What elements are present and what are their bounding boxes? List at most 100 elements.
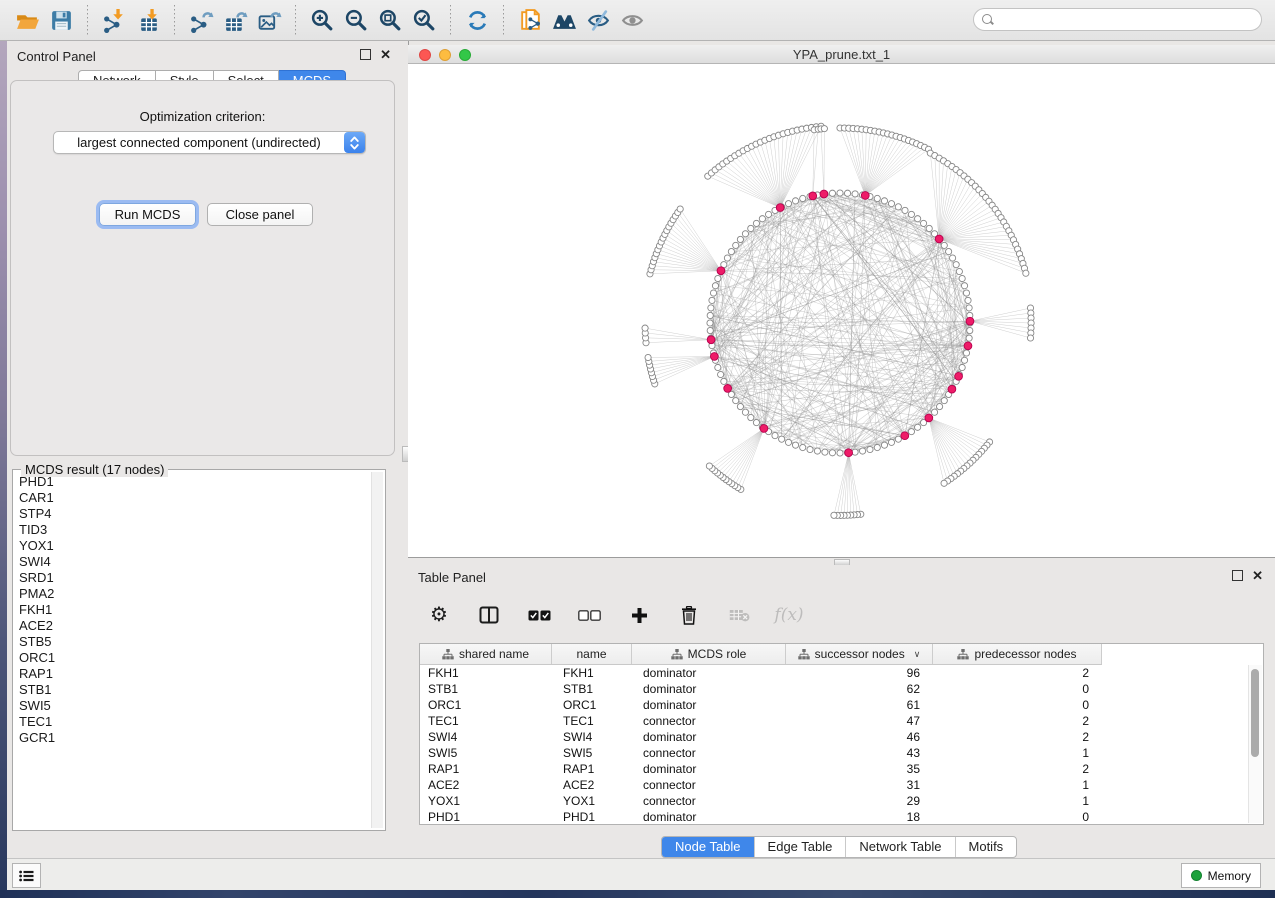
clone-network-icon[interactable] (513, 4, 547, 36)
leaf-node[interactable] (642, 325, 648, 331)
mcds-result-item[interactable]: RAP1 (15, 666, 371, 682)
leaf-node[interactable] (821, 126, 827, 132)
ring-node[interactable] (753, 220, 759, 226)
mcds-result-item[interactable]: STB5 (15, 634, 371, 650)
ring-node[interactable] (881, 198, 887, 204)
ring-node[interactable] (814, 448, 820, 454)
leaf-node[interactable] (645, 354, 651, 360)
ring-node[interactable] (961, 283, 967, 289)
ring-node[interactable] (953, 262, 959, 268)
search-box[interactable] (973, 8, 1262, 31)
selected-node[interactable] (925, 414, 933, 422)
search-input[interactable] (998, 10, 1261, 30)
ring-node[interactable] (728, 248, 734, 254)
deselect-all-rows-icon[interactable] (576, 602, 602, 628)
ring-node[interactable] (733, 242, 739, 248)
ring-node[interactable] (867, 446, 873, 452)
optimization-criterion-select[interactable]: largest connected component (undirected) (53, 131, 366, 154)
export-image-icon[interactable] (252, 4, 286, 36)
ring-node[interactable] (710, 290, 716, 296)
selected-node[interactable] (955, 372, 963, 380)
table-scrollbar-thumb[interactable] (1251, 669, 1259, 757)
network-window-titlebar[interactable]: YPA_prune.txt_1 (408, 45, 1275, 64)
zoom-fit-icon[interactable] (373, 4, 407, 36)
table-row[interactable]: TEC1TEC1connector472 (420, 713, 1102, 729)
ring-node[interactable] (759, 216, 765, 222)
ring-node[interactable] (748, 414, 754, 420)
ring-node[interactable] (715, 275, 721, 281)
table-row[interactable]: ORC1ORC1dominator610 (420, 697, 1102, 713)
mcds-result-item[interactable]: GCR1 (15, 730, 371, 746)
ring-node[interactable] (708, 305, 714, 311)
zoom-out-icon[interactable] (339, 4, 373, 36)
table-settings-icon[interactable]: ⚙ (426, 602, 452, 628)
run-mcds-button[interactable]: Run MCDS (99, 203, 196, 226)
leaf-node[interactable] (677, 206, 683, 212)
leaf-node[interactable] (1023, 270, 1029, 276)
selected-node[interactable] (948, 385, 956, 393)
selected-node[interactable] (760, 425, 768, 433)
ring-node[interactable] (800, 444, 806, 450)
ring-node[interactable] (888, 439, 894, 445)
ring-node[interactable] (902, 207, 908, 213)
table-row[interactable]: SWI4SWI4dominator462 (420, 729, 1102, 745)
tab-node-table[interactable]: Node Table (662, 837, 754, 857)
ring-node[interactable] (915, 216, 921, 222)
selected-node[interactable] (809, 192, 817, 200)
ring-node[interactable] (712, 283, 718, 289)
column-header-successor-nodes[interactable]: successor nodes∨ (786, 644, 933, 664)
selected-node[interactable] (707, 336, 715, 344)
tab-network-table[interactable]: Network Table (845, 837, 954, 857)
ring-node[interactable] (956, 268, 962, 274)
ring-node[interactable] (733, 398, 739, 404)
ring-node[interactable] (895, 436, 901, 442)
open-file-icon[interactable] (10, 4, 44, 36)
ring-node[interactable] (874, 444, 880, 450)
ring-node[interactable] (966, 335, 972, 341)
mcds-result-list[interactable]: PHD1CAR1STP4TID3YOX1SWI4SRD1PMA2FKH1ACE2… (15, 474, 371, 828)
selected-node[interactable] (966, 317, 974, 325)
ring-node[interactable] (920, 220, 926, 226)
mcds-result-item[interactable]: SWI4 (15, 554, 371, 570)
ring-node[interactable] (792, 198, 798, 204)
ring-node[interactable] (946, 248, 952, 254)
mcds-result-item[interactable]: FKH1 (15, 602, 371, 618)
selected-node[interactable] (861, 192, 869, 200)
ring-node[interactable] (874, 195, 880, 201)
column-header-predecessor-nodes[interactable]: predecessor nodes (933, 644, 1102, 664)
float-table-panel-icon[interactable] (1232, 570, 1243, 581)
ring-node[interactable] (707, 327, 713, 333)
ring-node[interactable] (963, 290, 969, 296)
ring-node[interactable] (715, 364, 721, 370)
mcds-result-item[interactable]: PHD1 (15, 474, 371, 490)
mcds-result-scrollbar[interactable] (371, 472, 383, 828)
zoom-selected-icon[interactable] (407, 4, 441, 36)
table-row[interactable]: STB1STB1dominator620 (420, 681, 1102, 697)
table-row[interactable]: SWI5SWI5connector431 (420, 745, 1102, 761)
ring-node[interactable] (800, 195, 806, 201)
selected-node[interactable] (820, 190, 828, 198)
selected-node[interactable] (845, 449, 853, 457)
ring-node[interactable] (742, 231, 748, 237)
ring-node[interactable] (931, 409, 937, 415)
horizontal-splitter[interactable] (408, 558, 1275, 565)
mcds-result-item[interactable]: YOX1 (15, 538, 371, 554)
close-panel-button[interactable]: Close panel (207, 203, 313, 226)
ring-node[interactable] (941, 398, 947, 404)
column-header-MCDS-role[interactable]: MCDS role (632, 644, 786, 664)
tab-motifs[interactable]: Motifs (955, 837, 1017, 857)
mcds-result-item[interactable]: SWI5 (15, 698, 371, 714)
ring-node[interactable] (961, 357, 967, 363)
export-table-icon[interactable] (218, 4, 252, 36)
table-scrollbar[interactable] (1248, 665, 1262, 823)
mcds-result-item[interactable]: SRD1 (15, 570, 371, 586)
mcds-result-item[interactable]: TEC1 (15, 714, 371, 730)
leaf-node[interactable] (1027, 335, 1033, 341)
ring-node[interactable] (908, 429, 914, 435)
mcds-result-item[interactable]: ORC1 (15, 650, 371, 666)
ring-node[interactable] (859, 448, 865, 454)
ring-node[interactable] (742, 409, 748, 415)
memory-button[interactable]: Memory (1181, 863, 1261, 888)
ring-node[interactable] (966, 305, 972, 311)
ring-node[interactable] (724, 255, 730, 261)
